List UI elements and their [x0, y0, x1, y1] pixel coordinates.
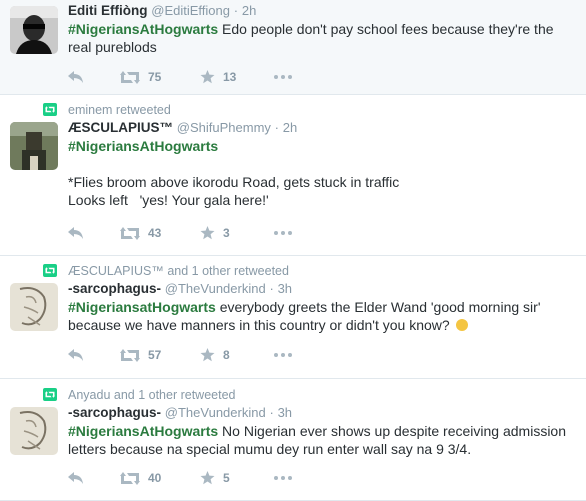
retweet-icon — [120, 348, 140, 362]
retweeted-icon — [43, 388, 57, 401]
tweet-text-line: Looks left 'yes! Your gala here!' — [68, 192, 269, 208]
tweet-text: #NigeriansAtHogwarts No Nigerian ever sh… — [68, 422, 576, 458]
more-button[interactable] — [274, 231, 292, 235]
fullname[interactable]: -sarcophagus- — [68, 405, 161, 420]
fullname[interactable]: -sarcophagus- — [68, 281, 161, 296]
fullname[interactable]: Editi Effiòng — [68, 3, 147, 18]
tweet[interactable]: Anyadu and 1 other retweeted -sarcophagu… — [0, 379, 586, 501]
reply-icon — [68, 349, 83, 361]
avatar[interactable] — [10, 122, 58, 170]
more-icon — [274, 353, 292, 357]
retweet-context-text[interactable]: Anyadu and 1 other retweeted — [68, 388, 235, 402]
username[interactable]: @TheVunderkind — [165, 281, 266, 296]
reply-icon — [68, 472, 83, 484]
separator: · — [274, 120, 280, 135]
retweet-context: Anyadu and 1 other retweeted — [43, 386, 576, 404]
more-button[interactable] — [274, 353, 292, 357]
tweet-actions: 43 3 — [68, 223, 292, 243]
retweet-icon — [120, 471, 140, 485]
reply-button[interactable] — [68, 472, 120, 484]
retweet-button[interactable]: 43 — [120, 226, 200, 240]
tweet-text-line: *Flies broom above ikorodu Road, gets st… — [68, 174, 400, 190]
favorite-button[interactable]: 5 — [200, 471, 274, 485]
timestamp[interactable]: 2h — [242, 3, 256, 18]
favorite-button[interactable]: 8 — [200, 348, 274, 362]
timestamp[interactable]: 2h — [283, 120, 297, 135]
hashtag-link[interactable]: #NigeriansAtHogwarts — [68, 137, 576, 155]
favorite-count: 3 — [223, 226, 230, 240]
favorite-count: 8 — [223, 348, 230, 362]
separator: · — [269, 281, 274, 296]
favorite-count: 5 — [223, 471, 230, 485]
more-icon — [274, 476, 292, 480]
tweet-actions: 57 8 — [68, 345, 292, 365]
retweeted-icon — [43, 264, 57, 277]
favorite-count: 13 — [223, 70, 237, 84]
smirk-emoji-icon — [455, 319, 468, 331]
separator: · — [233, 3, 239, 18]
hashtag-link[interactable]: #NigeriansAtHogwarts — [68, 423, 218, 439]
retweet-button[interactable]: 75 — [120, 70, 200, 84]
fullname[interactable]: ÆSCULAPIUS™ — [68, 120, 173, 135]
username[interactable]: @ShifuPhemmy — [177, 120, 271, 135]
tweet-text: #NigeriansAtHogwarts *Flies broom above … — [68, 137, 576, 209]
retweet-context-text[interactable]: ÆSCULAPIUS™ and 1 other retweeted — [68, 264, 289, 278]
retweeted-icon — [43, 103, 57, 116]
reply-icon — [68, 71, 83, 83]
username[interactable]: @EditiEffiong — [151, 3, 230, 18]
tweet-header: -sarcophagus- @TheVunderkind · 3h — [68, 280, 576, 298]
timestamp[interactable]: 3h — [278, 281, 292, 296]
retweet-icon — [120, 70, 140, 84]
retweet-button[interactable]: 40 — [120, 471, 200, 485]
star-icon — [200, 226, 215, 240]
avatar[interactable] — [10, 6, 58, 54]
retweet-count: 43 — [148, 226, 162, 240]
favorite-button[interactable]: 13 — [200, 70, 274, 84]
tweet-header: ÆSCULAPIUS™ @ShifuPhemmy · 2h — [68, 119, 576, 137]
avatar[interactable] — [10, 283, 58, 331]
star-icon — [200, 348, 215, 362]
retweet-context: eminem retweeted — [43, 101, 576, 119]
tweet[interactable]: ÆSCULAPIUS™ and 1 other retweeted -sarco… — [0, 256, 586, 379]
more-button[interactable] — [274, 75, 292, 79]
tweet[interactable]: Editi Effiòng @EditiEffiong · 2h #Nigeri… — [0, 0, 586, 95]
retweet-count: 57 — [148, 348, 162, 362]
username[interactable]: @TheVunderkind — [165, 405, 266, 420]
retweet-context-text[interactable]: eminem retweeted — [68, 103, 171, 117]
tweet-header: Editi Effiòng @EditiEffiong · 2h — [68, 2, 576, 20]
retweet-icon — [120, 226, 140, 240]
more-icon — [274, 75, 292, 79]
reply-button[interactable] — [68, 71, 120, 83]
tweet-text: #NigeriansAtHogwarts Edo people don't pa… — [68, 20, 576, 56]
tweet-text: #NigeriansatHogwarts everybody greets th… — [68, 298, 576, 334]
retweet-count: 40 — [148, 471, 162, 485]
reply-icon — [68, 227, 83, 239]
favorite-button[interactable]: 3 — [200, 226, 274, 240]
hashtag-link[interactable]: #NigeriansatHogwarts — [68, 299, 216, 315]
star-icon — [200, 471, 215, 485]
reply-button[interactable] — [68, 227, 120, 239]
more-button[interactable] — [274, 476, 292, 480]
hashtag-link[interactable]: #NigeriansAtHogwarts — [68, 21, 218, 37]
tweet[interactable]: eminem retweeted ÆSCULAPIUS™ @ShifuPhemm… — [0, 95, 586, 256]
more-icon — [274, 231, 292, 235]
tweet-header: -sarcophagus- @TheVunderkind · 3h — [68, 404, 576, 422]
retweet-count: 75 — [148, 70, 162, 84]
retweet-button[interactable]: 57 — [120, 348, 200, 362]
tweet-actions: 75 13 — [68, 67, 292, 87]
retweet-context: ÆSCULAPIUS™ and 1 other retweeted — [43, 262, 576, 280]
timestamp[interactable]: 3h — [278, 405, 292, 420]
reply-button[interactable] — [68, 349, 120, 361]
tweet-actions: 40 5 — [68, 468, 292, 488]
tweet-feed: Editi Effiòng @EditiEffiong · 2h #Nigeri… — [0, 0, 586, 501]
star-icon — [200, 70, 215, 84]
avatar[interactable] — [10, 407, 58, 455]
separator: · — [269, 405, 274, 420]
